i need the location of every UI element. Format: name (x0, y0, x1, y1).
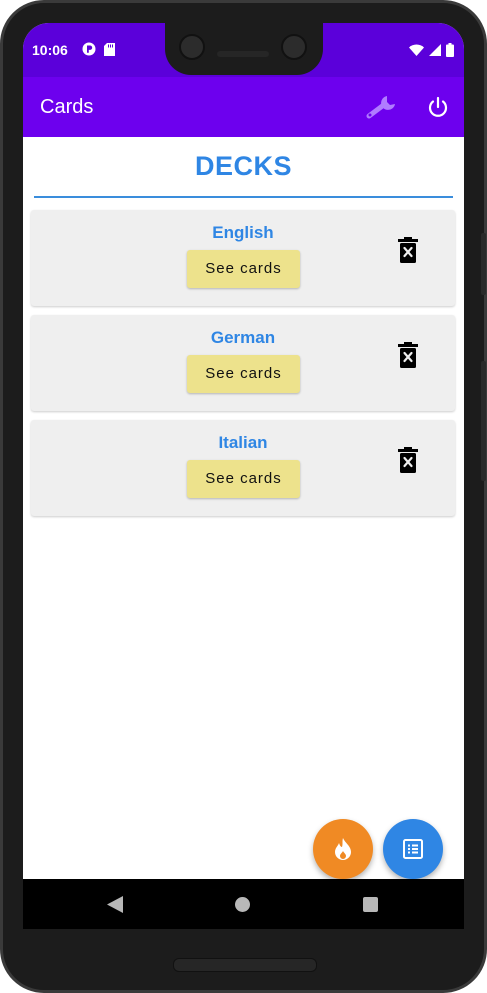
deck-name: German (210, 328, 276, 347)
app-bar: Cards (23, 77, 464, 137)
fire-icon (335, 838, 351, 860)
delete-deck-icon[interactable] (398, 237, 418, 263)
status-icons-right (409, 43, 454, 57)
page-title: DECKS (194, 151, 292, 181)
front-camera-right (281, 34, 307, 60)
fire-fab-button[interactable] (313, 819, 373, 879)
cell-signal-icon (429, 44, 441, 56)
volume-side-button (481, 361, 486, 481)
see-cards-button[interactable]: See cards (187, 250, 300, 288)
list-icon (403, 839, 423, 859)
deck-name: English (212, 223, 274, 242)
list-fab-button[interactable] (383, 819, 443, 879)
deck-card: English See cards (31, 210, 455, 306)
app-title: Cards (40, 96, 94, 118)
app-notification-icon (82, 42, 96, 56)
earpiece-speaker (217, 51, 269, 57)
delete-deck-icon[interactable] (398, 342, 418, 368)
front-camera-left (179, 34, 205, 60)
wrench-icon[interactable] (365, 93, 399, 121)
status-time: 10:06 (32, 42, 68, 58)
wifi-icon (409, 44, 424, 56)
see-cards-button[interactable]: See cards (187, 460, 300, 498)
bottom-speaker (173, 958, 317, 972)
sd-card-icon (104, 42, 115, 56)
screen: 10:06 Cards DECKS English See cards Germ… (23, 23, 464, 929)
deck-card: German See cards (31, 315, 455, 411)
phone-frame: 10:06 Cards DECKS English See cards Germ… (0, 0, 487, 993)
power-side-button (481, 233, 486, 295)
deck-name: Italian (218, 433, 268, 452)
status-icons-left (82, 42, 115, 56)
home-icon[interactable] (235, 897, 250, 912)
camera-notch (165, 23, 323, 75)
deck-card: Italian See cards (31, 420, 455, 516)
battery-icon (446, 43, 454, 57)
see-cards-button[interactable]: See cards (187, 355, 300, 393)
content-area: DECKS English See cards German See cards (23, 137, 464, 879)
recents-icon[interactable] (363, 897, 378, 912)
back-icon[interactable] (107, 896, 123, 913)
system-nav-bar (23, 879, 464, 929)
title-divider (34, 196, 453, 198)
power-icon[interactable] (426, 96, 450, 120)
delete-deck-icon[interactable] (398, 447, 418, 473)
